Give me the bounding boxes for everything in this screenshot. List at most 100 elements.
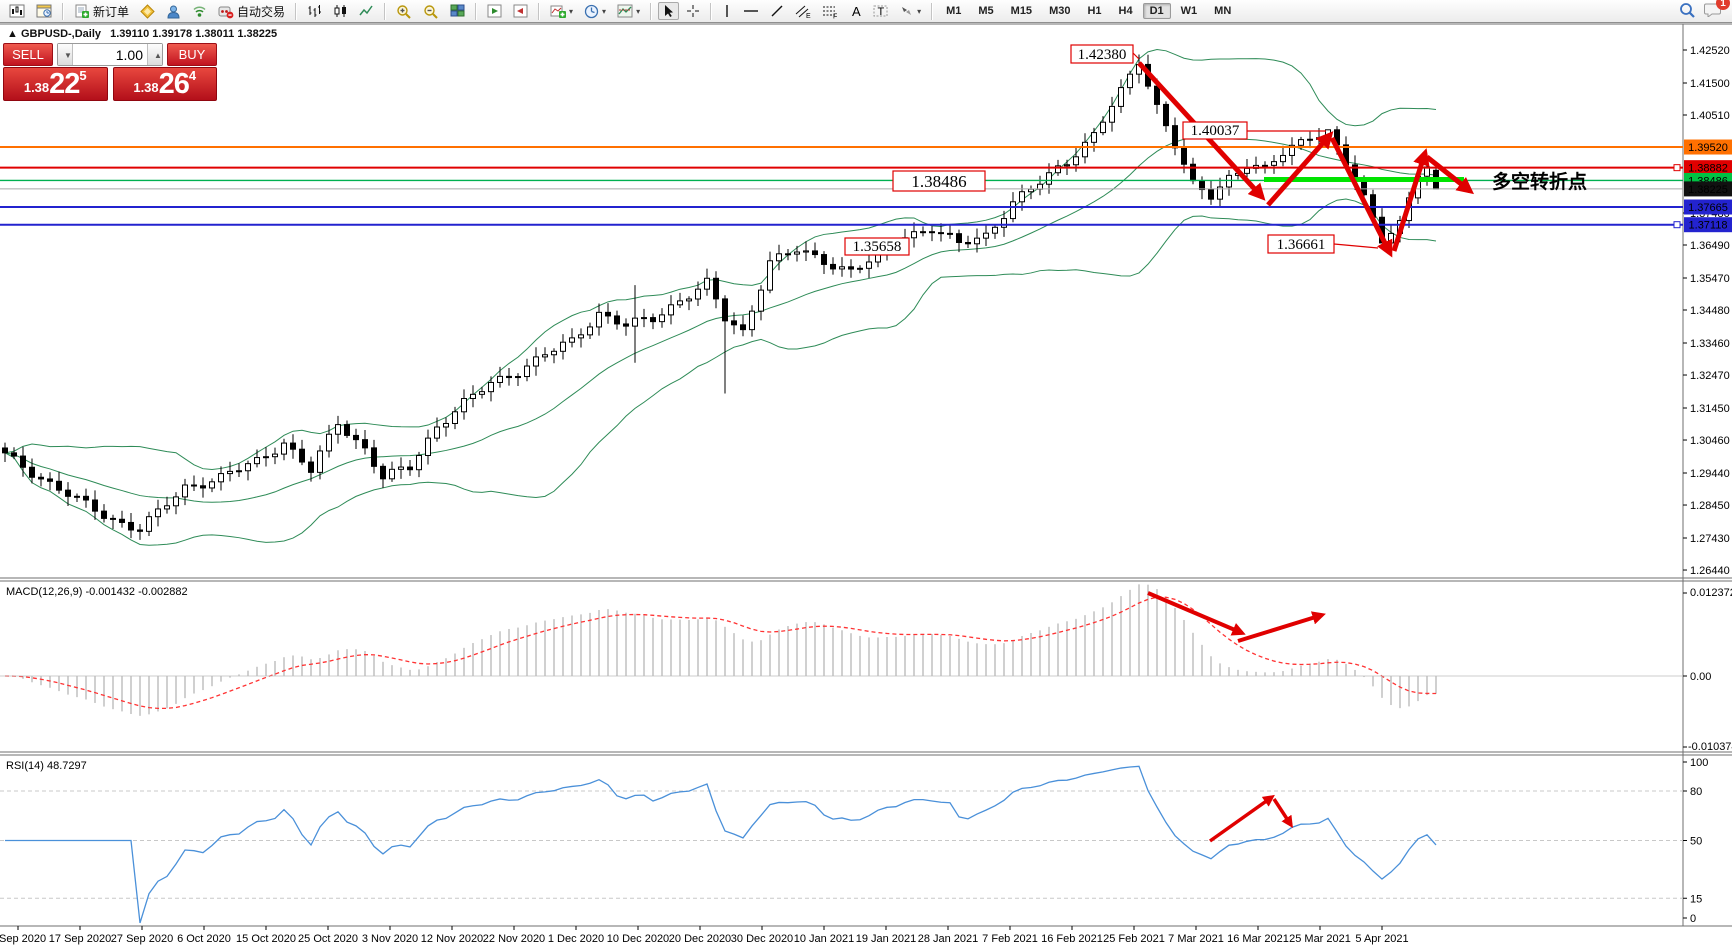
mt4-window: 新订单 自动交易 [0, 0, 1732, 945]
channel-tool-icon[interactable]: E [791, 2, 815, 21]
svg-text:1.27430: 1.27430 [1690, 533, 1730, 545]
separator [931, 3, 933, 20]
svg-text:1.26440: 1.26440 [1690, 565, 1730, 577]
volume-increase-button[interactable]: ▲ [147, 44, 162, 65]
bid-quote[interactable]: 1.38 22 5 [3, 67, 108, 101]
svg-text:25 Oct 2020: 25 Oct 2020 [298, 933, 358, 945]
volume-decrease-button[interactable]: ▼ [58, 44, 73, 65]
rsi-arrows[interactable] [1210, 797, 1291, 841]
auto-scroll-icon[interactable] [483, 2, 506, 20]
ohlc-values: 1.39110 1.39178 1.38011 1.38225 [110, 28, 277, 40]
cn-reversal-note[interactable]: 多空转折点 [1492, 170, 1587, 193]
svg-text:27 Sep 2020: 27 Sep 2020 [111, 933, 173, 945]
timeframe-M1[interactable]: M1 [939, 3, 968, 19]
horizontal-line-tool-icon[interactable] [739, 2, 763, 20]
trendline-tool-icon[interactable] [766, 2, 788, 20]
svg-text:1.37665: 1.37665 [1688, 202, 1728, 214]
zoom-out-icon[interactable] [419, 2, 443, 21]
svg-text:80: 80 [1690, 786, 1702, 798]
timeframe-H1[interactable]: H1 [1080, 3, 1108, 19]
svg-text:MACD(12,26,9) -0.001432 -0.002: MACD(12,26,9) -0.001432 -0.002882 [6, 586, 188, 598]
new-order-label: 新订单 [93, 3, 129, 20]
svg-text:1.28450: 1.28450 [1690, 500, 1730, 512]
svg-text:0: 0 [1690, 913, 1696, 925]
macd-arrows[interactable] [1148, 593, 1322, 641]
bid-big-digits: 22 [49, 70, 79, 99]
svg-text:E: E [806, 13, 811, 19]
svg-text:30 Dec 2020: 30 Dec 2020 [731, 933, 793, 945]
svg-text:17 Sep 2020: 17 Sep 2020 [49, 933, 111, 945]
svg-text:12 Nov 2020: 12 Nov 2020 [421, 933, 483, 945]
notification-badge: 1 [1716, 0, 1730, 10]
timeframe-M15[interactable]: M15 [1004, 3, 1039, 19]
profiles-icon[interactable] [32, 2, 56, 20]
chart-canvas[interactable]: 1.423801.400371.384861.366611.35658多空转折点… [0, 23, 1732, 945]
svg-text:1.35658: 1.35658 [853, 239, 902, 255]
bid-pipette: 5 [79, 71, 86, 81]
svg-text:7 Mar 2021: 7 Mar 2021 [1168, 933, 1224, 945]
add-indicator-icon[interactable]: ▾ [546, 2, 577, 21]
svg-text:A: A [852, 4, 861, 18]
svg-text:1.42520: 1.42520 [1690, 45, 1730, 57]
text-tool-icon[interactable]: A [845, 2, 866, 20]
svg-text:10 Jan 2021: 10 Jan 2021 [794, 933, 855, 945]
new-chart-icon[interactable] [5, 2, 29, 20]
arrows-tool-icon[interactable]: ▾ [895, 2, 925, 20]
crosshair-tool-icon[interactable] [682, 2, 704, 20]
svg-text:15: 15 [1690, 893, 1702, 905]
dropdown-caret-icon: ▾ [569, 7, 573, 16]
separator [650, 3, 652, 20]
ask-quote[interactable]: 1.38 26 4 [113, 67, 218, 101]
sell-button[interactable]: SELL [3, 43, 53, 66]
timeframe-M30[interactable]: M30 [1042, 3, 1077, 19]
vertical-line-tool-icon[interactable] [718, 2, 736, 20]
svg-text:1.40037: 1.40037 [1191, 123, 1240, 139]
fibonacci-tool-icon[interactable]: F [818, 2, 842, 21]
ask-big-digits: 26 [159, 70, 189, 99]
collapse-marker-icon[interactable]: ▲ [7, 28, 18, 40]
svg-text:16 Feb 2021: 16 Feb 2021 [1041, 933, 1103, 945]
timeframe-MN[interactable]: MN [1207, 3, 1238, 19]
svg-text:1.38225: 1.38225 [1688, 184, 1728, 196]
line-chart-mode-icon[interactable] [355, 2, 378, 20]
timeframe-switcher: M1M5M15M30H1H4D1W1MN [936, 3, 1241, 19]
autotrading-button[interactable]: 自动交易 [214, 1, 289, 22]
templates-icon[interactable]: ▾ [613, 2, 644, 20]
timeframe-W1[interactable]: W1 [1174, 3, 1205, 19]
ask-pipette: 4 [189, 71, 196, 81]
chart-window: 1.423801.400371.384861.366611.35658多空转折点… [0, 23, 1732, 945]
signals-icon[interactable] [188, 2, 211, 21]
svg-text:8 Sep 2020: 8 Sep 2020 [0, 933, 46, 945]
timeframe-M5[interactable]: M5 [971, 3, 1000, 19]
bar-chart-mode-icon[interactable] [303, 2, 326, 20]
chart-shift-icon[interactable] [509, 2, 532, 20]
svg-text:1.41500: 1.41500 [1690, 78, 1730, 90]
zoom-in-icon[interactable] [392, 2, 416, 21]
search-icon[interactable] [1679, 2, 1696, 21]
text-label-tool-icon[interactable]: T [869, 2, 892, 20]
buy-button[interactable]: BUY [167, 43, 217, 66]
tile-windows-icon[interactable] [446, 2, 469, 20]
cursor-tool-icon[interactable] [658, 2, 679, 20]
candlestick-mode-icon[interactable] [329, 2, 352, 20]
new-order-button[interactable]: 新订单 [70, 1, 133, 22]
timeframe-D1[interactable]: D1 [1143, 3, 1171, 19]
svg-text:25 Feb 2021: 25 Feb 2021 [1103, 933, 1165, 945]
notifications-icon[interactable]: 1 [1704, 2, 1722, 20]
toolbar: 新订单 自动交易 [0, 0, 1732, 23]
svg-text:RSI(14) 48.7297: RSI(14) 48.7297 [6, 760, 87, 772]
ask-small-digits: 1.38 [133, 77, 158, 99]
dropdown-caret-icon: ▾ [636, 7, 640, 16]
autotrading-icon [218, 4, 234, 19]
separator [384, 3, 386, 20]
svg-text:1.36661: 1.36661 [1277, 237, 1326, 253]
svg-text:1 Dec 2020: 1 Dec 2020 [548, 933, 604, 945]
periods-icon[interactable]: ▾ [580, 2, 610, 21]
metaeditor-icon[interactable] [136, 2, 159, 21]
market-icon[interactable] [162, 2, 185, 21]
timeframe-H4[interactable]: H4 [1112, 3, 1140, 19]
svg-text:1.34480: 1.34480 [1690, 305, 1730, 317]
svg-text:6 Oct 2020: 6 Oct 2020 [177, 933, 231, 945]
separator [62, 3, 64, 20]
volume-input[interactable] [73, 44, 147, 65]
